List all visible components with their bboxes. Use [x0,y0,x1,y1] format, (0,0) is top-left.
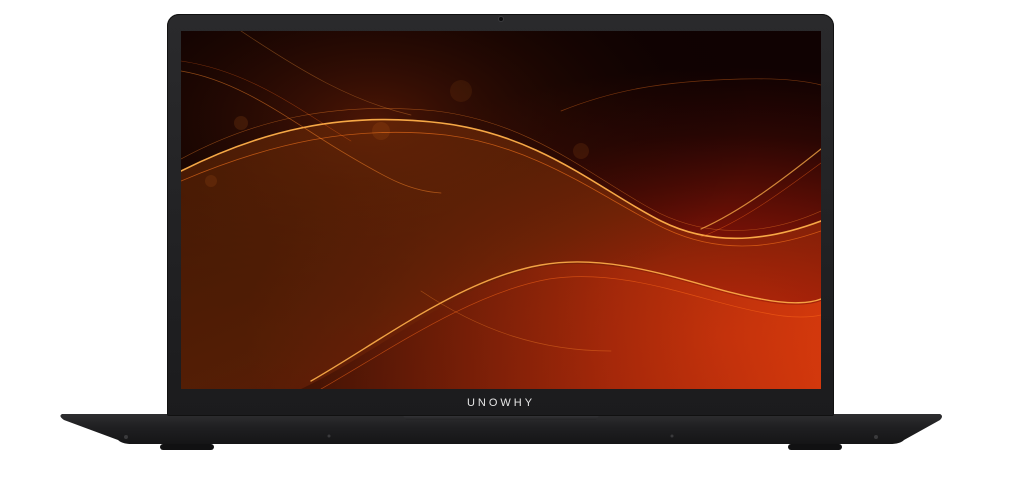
rubber-foot-left [160,444,214,450]
rubber-foot-right [788,444,842,450]
brand-logo: UNOWHY [466,397,536,409]
screw [124,435,128,439]
product-photo: UNOWHY [0,0,1024,481]
screw [327,434,331,438]
webcam-icon [499,17,503,21]
screw [670,434,674,438]
laptop-screen [181,31,821,389]
wallpaper-abstract-waves [181,31,821,389]
screw [874,435,878,439]
